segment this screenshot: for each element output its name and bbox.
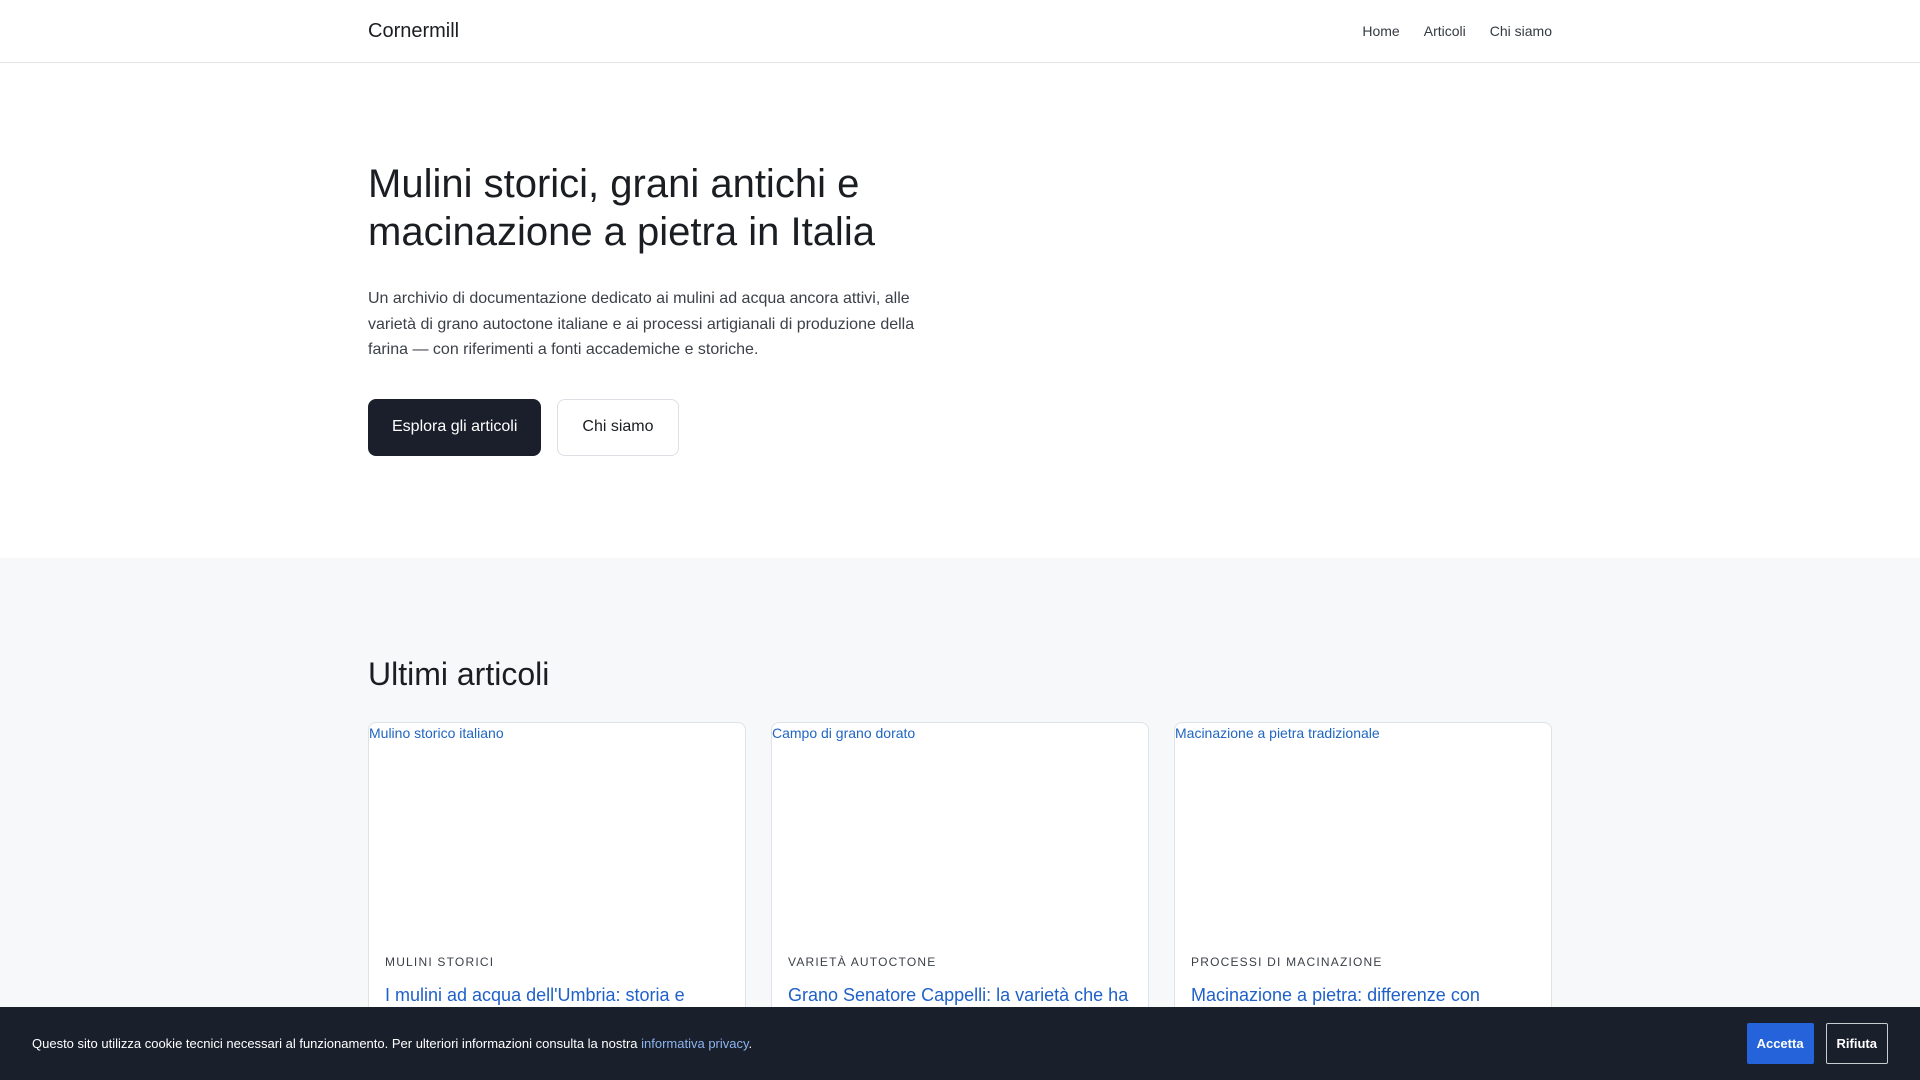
article-card[interactable]: Mulino storico italiano MULINI STORICI I… — [368, 722, 746, 1042]
latest-articles-heading: Ultimi articoli — [368, 656, 550, 692]
article-title-link[interactable]: Grano Senatore Cappelli: la varietà che … — [788, 983, 1132, 1007]
cookie-message: Questo sito utilizza cookie tecnici nece… — [32, 1036, 752, 1051]
article-title-link[interactable]: Macinazione a pietra: differenze con — [1191, 983, 1535, 1007]
article-category: PROCESSI DI MACINAZIONE — [1191, 955, 1383, 969]
cookie-message-text: Questo sito utilizza cookie tecnici nece… — [32, 1036, 642, 1051]
accept-cookies-button[interactable]: Accetta — [1746, 1023, 1814, 1064]
article-image-broken[interactable]: Macinazione a pietra tradizionale — [1175, 723, 1551, 941]
explore-articles-button[interactable]: Esplora gli articoli — [368, 398, 542, 456]
reject-cookies-button[interactable]: Rifiuta — [1825, 1023, 1888, 1064]
privacy-policy-link[interactable]: informativa privacy — [641, 1036, 748, 1051]
latest-articles-section: Ultimi articoli Mulino storico italiano … — [0, 558, 1920, 1080]
nav-link-chi-siamo[interactable]: Chi siamo — [1490, 23, 1552, 39]
article-image-broken[interactable]: Campo di grano dorato — [772, 723, 1148, 941]
cookie-actions: Accetta Rifiuta — [1746, 1023, 1888, 1064]
site-brand-link[interactable]: Cornermill — [368, 20, 459, 43]
article-category: VARIETÀ AUTOCTONE — [788, 955, 937, 969]
nav-link-home[interactable]: Home — [1362, 23, 1399, 39]
cookie-message-suffix: . — [748, 1036, 753, 1051]
cookie-banner: Questo sito utilizza cookie tecnici nece… — [0, 1007, 1920, 1080]
hero-title: Mulini storici, grani antichi e macinazi… — [368, 162, 875, 254]
article-title-link[interactable]: I mulini ad acqua dell'Umbria: storia e — [385, 983, 729, 1007]
hero-actions: Esplora gli articoli Chi siamo — [368, 398, 1552, 456]
main-nav: Home Articoli Chi siamo — [1362, 23, 1552, 39]
article-card[interactable]: Macinazione a pietra tradizionale PROCES… — [1174, 722, 1552, 1042]
article-card[interactable]: Campo di grano dorato VARIETÀ AUTOCTONE … — [771, 722, 1149, 1042]
hero-section: Mulini storici, grani antichi e macinazi… — [0, 63, 1920, 558]
nav-link-articoli[interactable]: Articoli — [1424, 23, 1466, 39]
article-image-broken[interactable]: Mulino storico italiano — [369, 723, 745, 941]
articles-grid: Mulino storico italiano MULINI STORICI I… — [368, 722, 1552, 1042]
hero-description: Un archivio di documentazione dedicato a… — [368, 290, 915, 358]
top-navbar: Cornermill Home Articoli Chi siamo — [0, 0, 1920, 63]
article-category: MULINI STORICI — [385, 955, 495, 969]
about-us-button[interactable]: Chi siamo — [557, 398, 679, 456]
